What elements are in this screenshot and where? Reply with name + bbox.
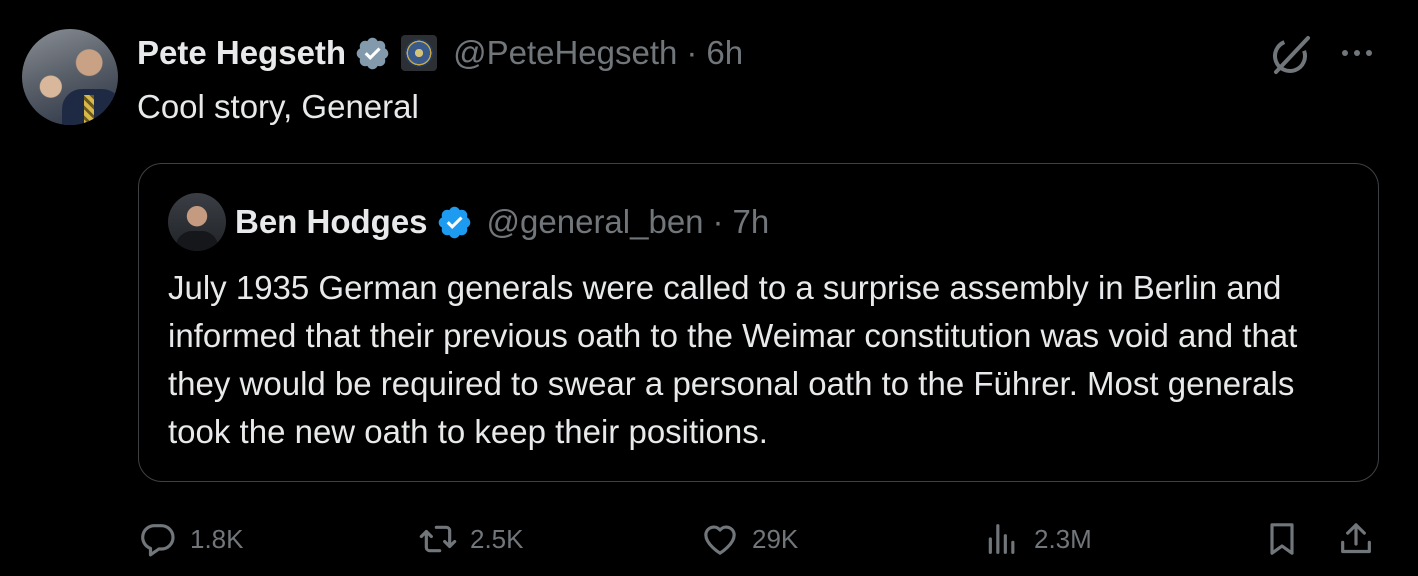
seal-emblem (405, 39, 434, 67)
repost-icon (419, 525, 457, 553)
reply-count: 1.8K (190, 523, 244, 554)
quote-author-name[interactable]: Ben Hodges (235, 203, 428, 241)
tweet-timestamp[interactable]: 6h (706, 34, 743, 72)
quote-text: July 1935 German generals were called to… (168, 269, 1298, 450)
header-separator: · (686, 34, 698, 71)
action-bar: 1.8K 2.5K 29K 2.3M (0, 515, 1418, 565)
tweet-text: Cool story, General (137, 88, 419, 125)
government-seal-icon[interactable] (401, 35, 438, 71)
verified-blue-badge-icon[interactable] (436, 204, 473, 241)
repost-button[interactable]: 2.5K (418, 515, 524, 563)
reply-button[interactable]: 1.8K (138, 515, 244, 563)
like-button[interactable]: 29K (700, 515, 798, 563)
grok-icon[interactable] (1268, 32, 1314, 78)
repost-count: 2.5K (470, 523, 524, 554)
reply-icon (141, 524, 175, 557)
heart-icon (704, 525, 736, 555)
quote-author-avatar[interactable] (168, 193, 226, 251)
author-name[interactable]: Pete Hegseth (137, 34, 346, 72)
quote-avatar-body (176, 231, 218, 251)
analytics-icon (988, 524, 1015, 554)
author-avatar[interactable] (22, 29, 118, 125)
quote-header-separator: · (712, 203, 724, 240)
tweet: Pete Hegseth @PeteHegseth · 6h Cool stor… (0, 0, 1418, 576)
share-icon (1341, 523, 1371, 554)
more-options-icon[interactable] (1337, 38, 1377, 68)
quoted-tweet[interactable]: Ben Hodges @general_ben · 7h July 1935 G… (138, 163, 1379, 482)
tweet-header: Pete Hegseth @PeteHegseth · 6h (137, 30, 743, 76)
views-button[interactable]: 2.3M (982, 515, 1092, 563)
avatar-tie (84, 95, 94, 125)
quote-author-handle[interactable]: @general_ben (487, 203, 704, 241)
view-count: 2.3M (1034, 523, 1092, 554)
quote-header: Ben Hodges @general_ben · 7h (235, 200, 769, 244)
share-button[interactable] (1336, 515, 1376, 563)
quote-timestamp[interactable]: 7h (733, 203, 770, 241)
bookmark-button[interactable] (1262, 515, 1302, 563)
verified-gray-badge-icon[interactable] (354, 35, 391, 72)
author-handle[interactable]: @PeteHegseth (453, 34, 677, 72)
bookmark-icon (1270, 523, 1294, 555)
like-count: 29K (752, 523, 799, 554)
